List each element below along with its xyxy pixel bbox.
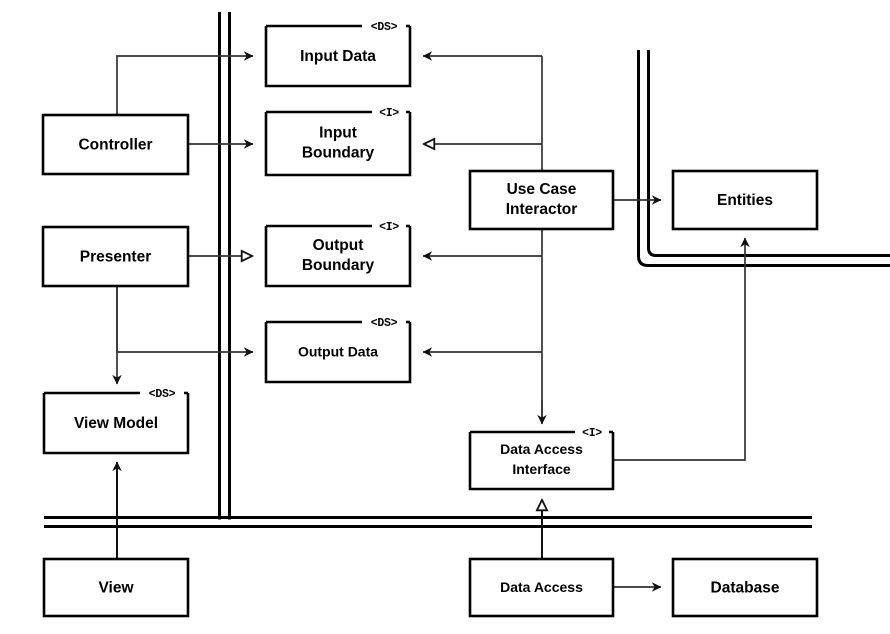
box-output-boundary[interactable]: <I> Output Boundary [264, 221, 412, 288]
box-outline [264, 110, 412, 177]
box-label: Output [313, 237, 364, 254]
vertical-boundary [218, 12, 231, 520]
box-label: Input Data [300, 48, 376, 65]
box-use-case-interactor[interactable]: Use Case Interactor [468, 169, 615, 231]
box-database[interactable]: Database [671, 557, 819, 618]
box-label: Interface [512, 461, 571, 477]
box-input-data[interactable]: <DS> Input Data [264, 21, 412, 88]
box-view-model[interactable]: <DS> View Model [42, 388, 190, 455]
connector-controller-to-input-data [116, 51, 254, 115]
stereotype-label: <I> [582, 427, 602, 440]
box-outline [468, 169, 615, 231]
box-label: Input [319, 125, 357, 142]
box-label: Boundary [302, 145, 375, 162]
box-view[interactable]: View [42, 557, 190, 618]
box-label: Database [711, 580, 780, 597]
box-label: Use Case [507, 181, 577, 198]
connector-data-access-interface-to-entities [613, 237, 750, 461]
box-data-access[interactable]: Data Access [468, 557, 615, 618]
stereotype-label: <DS> [371, 21, 398, 34]
box-controller[interactable]: Controller [41, 113, 190, 176]
entities-boundary [637, 50, 890, 267]
box-label: Controller [78, 137, 152, 154]
stereotype-label: <DS> [149, 388, 176, 401]
box-entities[interactable]: Entities [671, 169, 819, 231]
box-label: Output Data [298, 344, 378, 360]
stereotype-label: <I> [379, 221, 399, 234]
box-label: Data Access [500, 441, 583, 457]
architecture-diagram: <DS> Input Data <I> Input Boundary <I> Output B… [0, 0, 890, 634]
box-output-data[interactable]: <DS> Output Data [264, 317, 412, 384]
connector-presenter-to-output-data [116, 286, 254, 357]
box-label: Presenter [80, 249, 152, 266]
box-outline [264, 224, 412, 288]
box-label: View [98, 580, 134, 597]
connectors [112, 51, 750, 592]
box-label: Boundary [302, 257, 375, 274]
box-label: Interactor [506, 201, 578, 218]
box-label: Entities [717, 192, 773, 209]
horizontal-boundary [44, 516, 812, 528]
box-label: View Model [74, 415, 158, 432]
box-data-access-interface[interactable]: <I>Data Access Interface [468, 427, 615, 491]
architecture-diagram-canvas: <DS> Input Data <I> Input Boundary <I> Output B… [41, 12, 890, 618]
box-label: Data Access [500, 579, 583, 595]
stereotype-label: <DS> [371, 317, 398, 330]
stereotype-label: <I> [379, 107, 399, 120]
box-input-boundary[interactable]: <I> Input Boundary [264, 107, 412, 177]
box-presenter[interactable]: Presenter [41, 225, 190, 288]
